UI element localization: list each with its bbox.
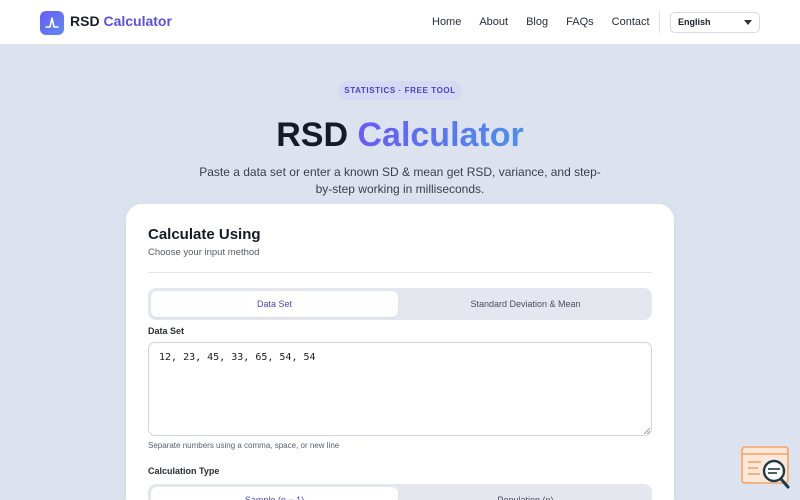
data-set-hint: Separate numbers using a comma, space, o… (148, 441, 340, 450)
input-method-tabs: Data Set Standard Deviation & Mean (148, 288, 652, 320)
data-set-label: Data Set (148, 326, 185, 336)
page-title: RSD Calculator (0, 116, 800, 155)
brand-name[interactable]: RSD Calculator (70, 13, 172, 29)
language-select[interactable]: English (670, 12, 760, 33)
site-header: RSD Calculator Home About Blog FAQs Cont… (0, 0, 800, 45)
nav-blog[interactable]: Blog (526, 16, 548, 28)
tab-population[interactable]: Population (n) (402, 487, 649, 500)
title-accent: Calculator (357, 116, 524, 154)
nav-about[interactable]: About (479, 16, 508, 28)
search-chat-widget[interactable] (741, 446, 791, 490)
tab-sd-mean[interactable]: Standard Deviation & Mean (402, 291, 649, 317)
brand-accent: Calculator (103, 13, 172, 29)
tab-sample[interactable]: Sample (n − 1) (151, 487, 398, 500)
wave-peak-icon (45, 17, 59, 28)
card-subtitle: Choose your input method (148, 247, 260, 258)
data-set-input[interactable] (148, 342, 652, 436)
nav-faqs[interactable]: FAQs (566, 16, 594, 28)
search-chat-icon (741, 446, 790, 489)
card-title: Calculate Using (148, 226, 261, 243)
calculator-card: Calculate Using Choose your input method… (126, 204, 674, 500)
main-nav: Home About Blog FAQs Contact (432, 16, 650, 28)
calc-type-tabs: Sample (n − 1) Population (n) (148, 484, 652, 500)
category-badge: STATISTICS · FREE TOOL (338, 81, 462, 100)
nav-contact[interactable]: Contact (612, 16, 650, 28)
nav-home[interactable]: Home (432, 16, 461, 28)
brand-logo-icon[interactable] (40, 11, 64, 35)
page-subtitle: Paste a data set or enter a known SD & m… (199, 165, 601, 196)
resize-handle-icon[interactable] (644, 428, 650, 434)
title-prefix: RSD (276, 116, 349, 154)
chevron-down-icon (744, 20, 752, 25)
language-value: English (678, 17, 711, 27)
card-divider (148, 272, 652, 273)
nav-divider (659, 11, 660, 33)
brand-prefix: RSD (70, 13, 100, 29)
tab-data-set[interactable]: Data Set (151, 291, 398, 317)
calc-type-label: Calculation Type (148, 466, 220, 476)
